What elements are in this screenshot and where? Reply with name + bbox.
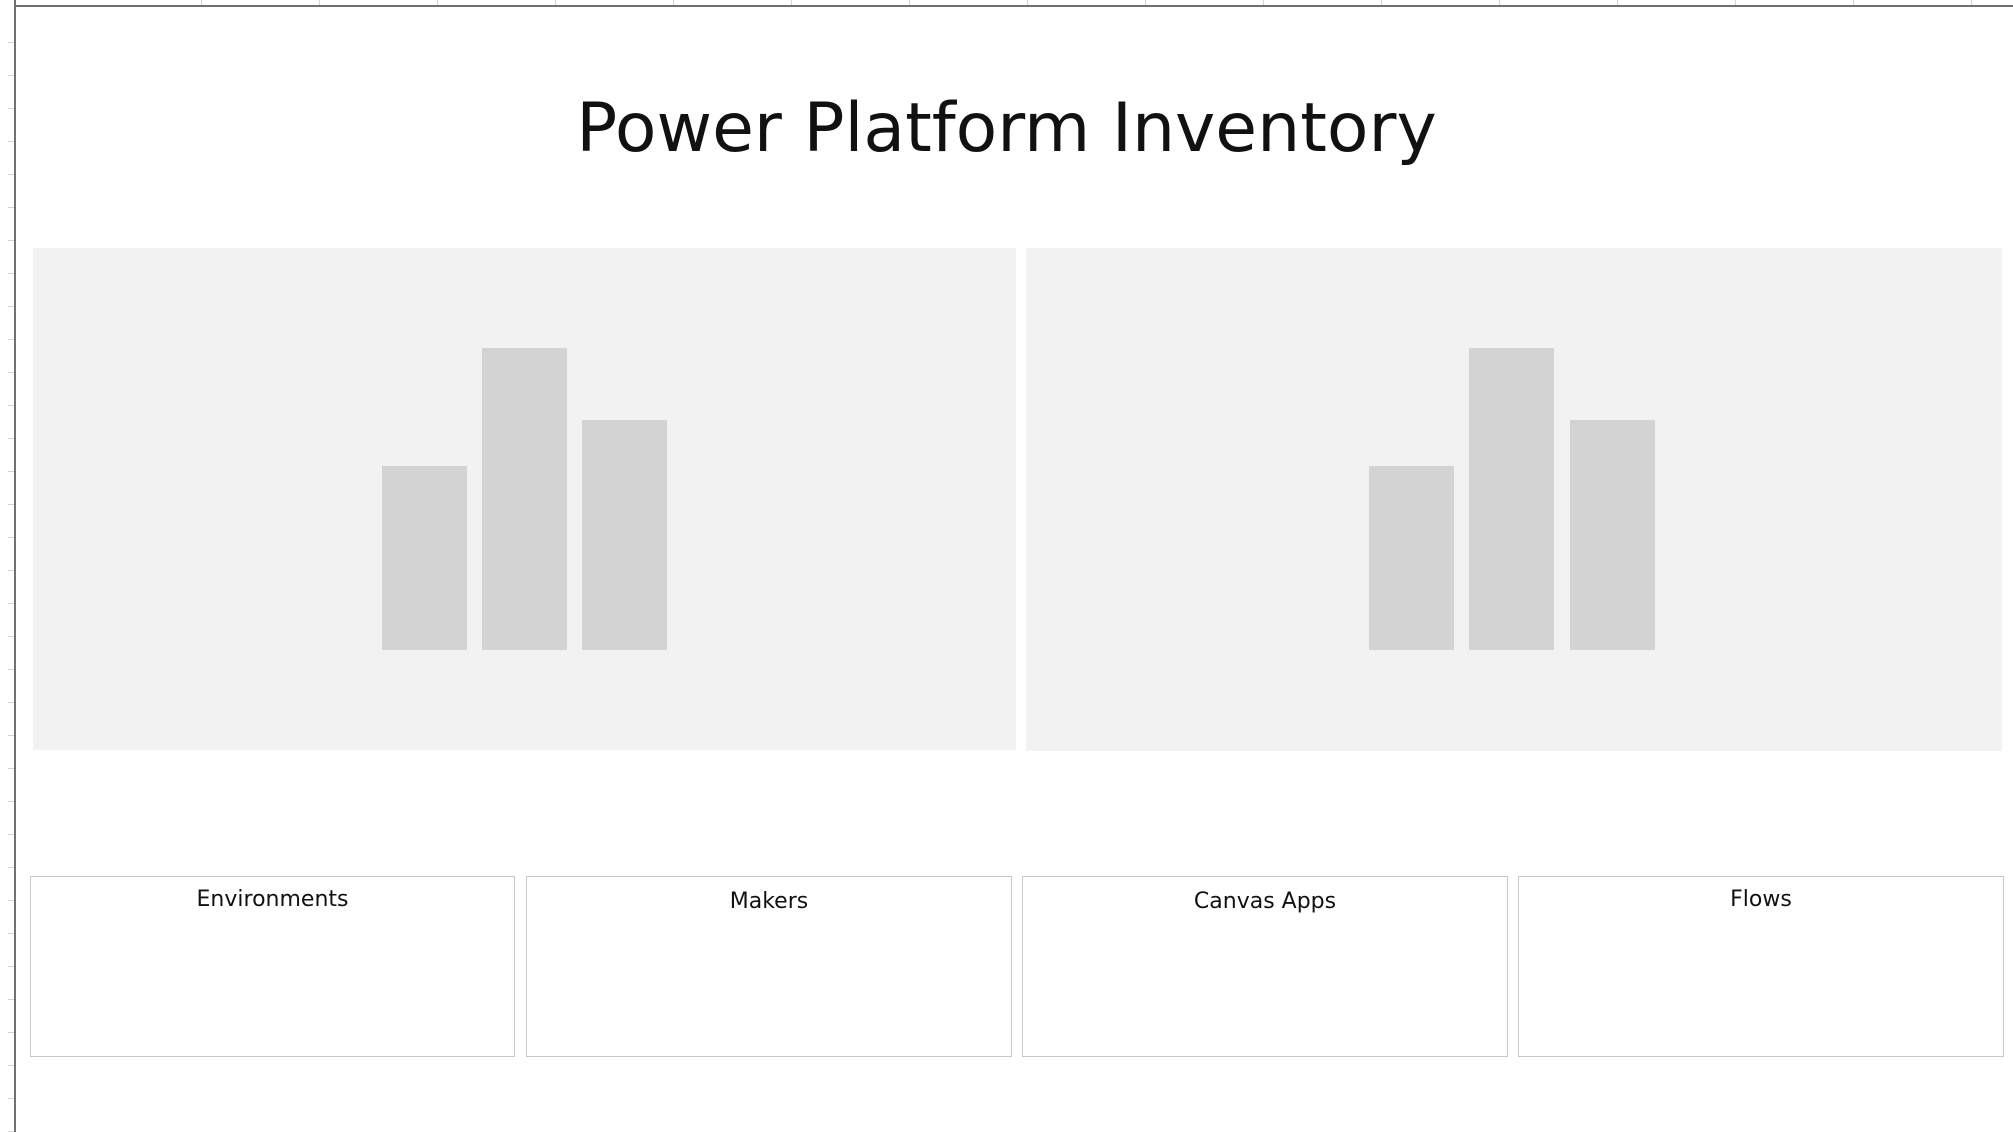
card-title-makers: Makers — [729, 889, 809, 914]
card-title-canvas-apps: Canvas Apps — [1193, 889, 1337, 914]
makers-card[interactable]: Makers — [526, 876, 1012, 1057]
flows-card[interactable]: Flows — [1518, 876, 2004, 1057]
placeholder-bar-1 — [382, 466, 467, 650]
placeholder-bar-3 — [582, 420, 667, 650]
placeholder-bar-2 — [1469, 348, 1554, 650]
placeholder-bar-2 — [482, 348, 567, 650]
placeholder-bar-1 — [1369, 466, 1454, 650]
left-chart-placeholder[interactable] — [33, 248, 1016, 750]
column-ruler — [14, 0, 2013, 7]
right-chart-placeholder[interactable] — [1026, 248, 2002, 751]
page-title: Power Platform Inventory — [576, 89, 1437, 168]
placeholder-bar-3 — [1570, 420, 1655, 650]
card-title-flows: Flows — [1730, 887, 1792, 912]
environments-card[interactable]: Environments — [30, 876, 515, 1057]
card-title-environments: Environments — [196, 887, 349, 912]
report-canvas: Power Platform Inventory Environments Ma… — [0, 0, 2013, 1132]
canvas-apps-card[interactable]: Canvas Apps — [1022, 876, 1508, 1057]
